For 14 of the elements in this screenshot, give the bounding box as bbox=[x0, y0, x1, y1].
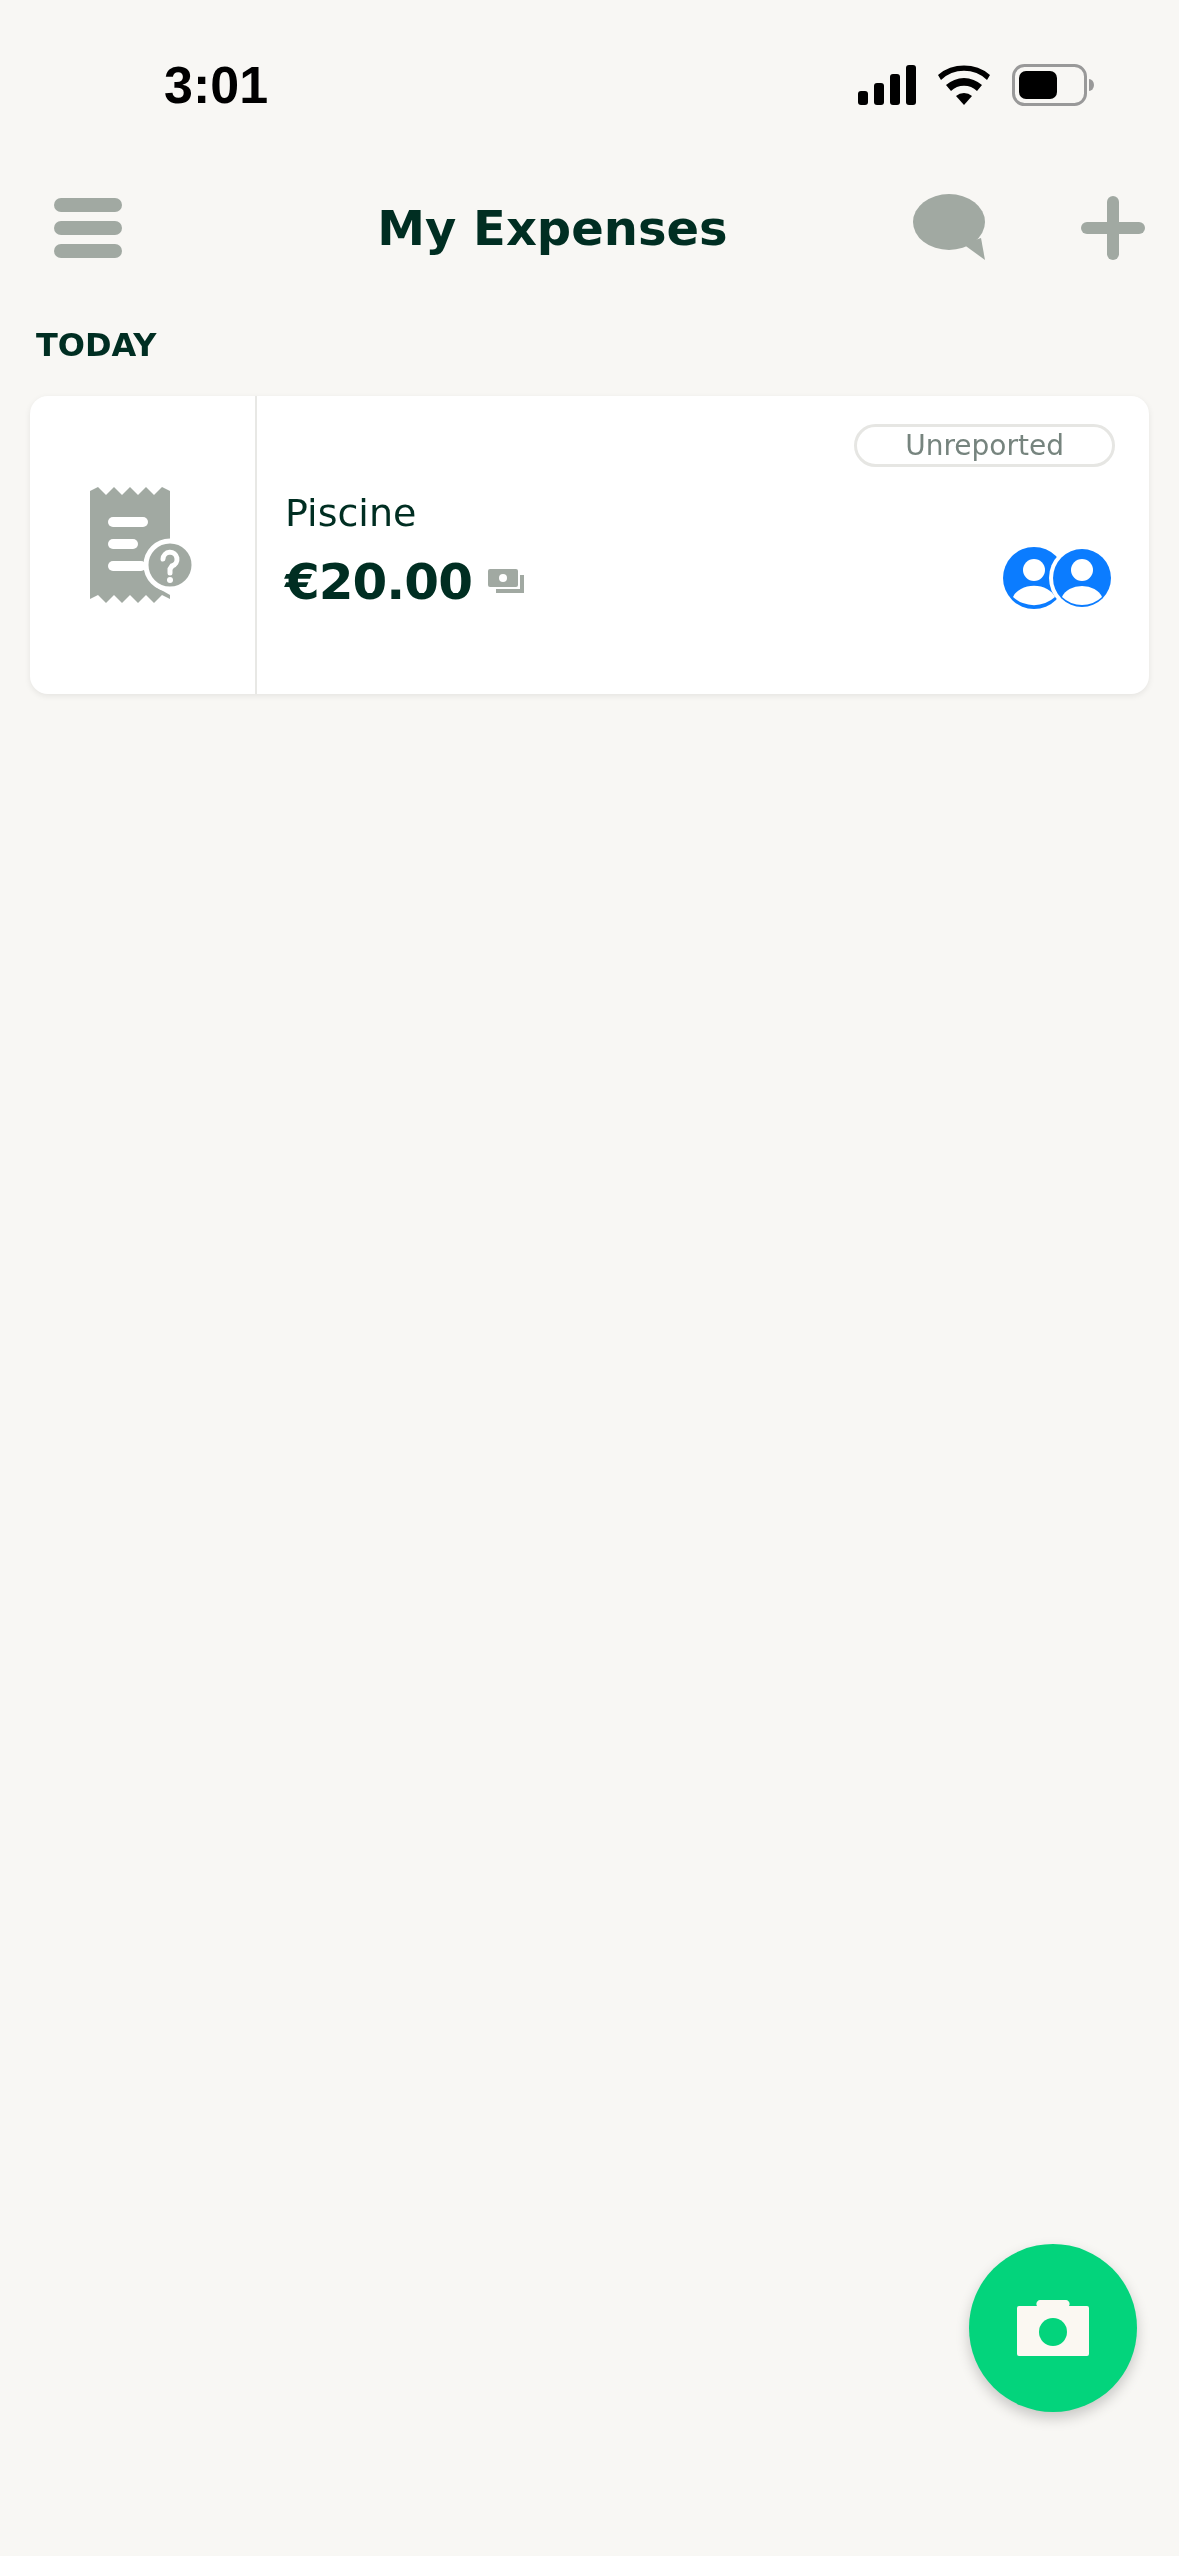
battery-icon bbox=[1012, 64, 1094, 106]
signal-icon bbox=[858, 65, 916, 105]
section-heading: TODAY bbox=[36, 326, 158, 364]
status-badge: Unreported bbox=[854, 424, 1115, 467]
chat-bubble-icon[interactable] bbox=[913, 194, 987, 262]
merchant-name: Piscine bbox=[285, 491, 418, 535]
camera-icon bbox=[1017, 2300, 1089, 2356]
cash-icon bbox=[487, 569, 526, 595]
page-title: My Expenses bbox=[376, 200, 729, 256]
add-icon[interactable] bbox=[1081, 196, 1145, 260]
expense-card[interactable]: Unreported Piscine €20.00 bbox=[30, 396, 1149, 694]
expense-amount: €20.00 bbox=[285, 553, 472, 611]
wifi-icon bbox=[938, 65, 990, 105]
status-time: 3:01 bbox=[164, 55, 269, 115]
